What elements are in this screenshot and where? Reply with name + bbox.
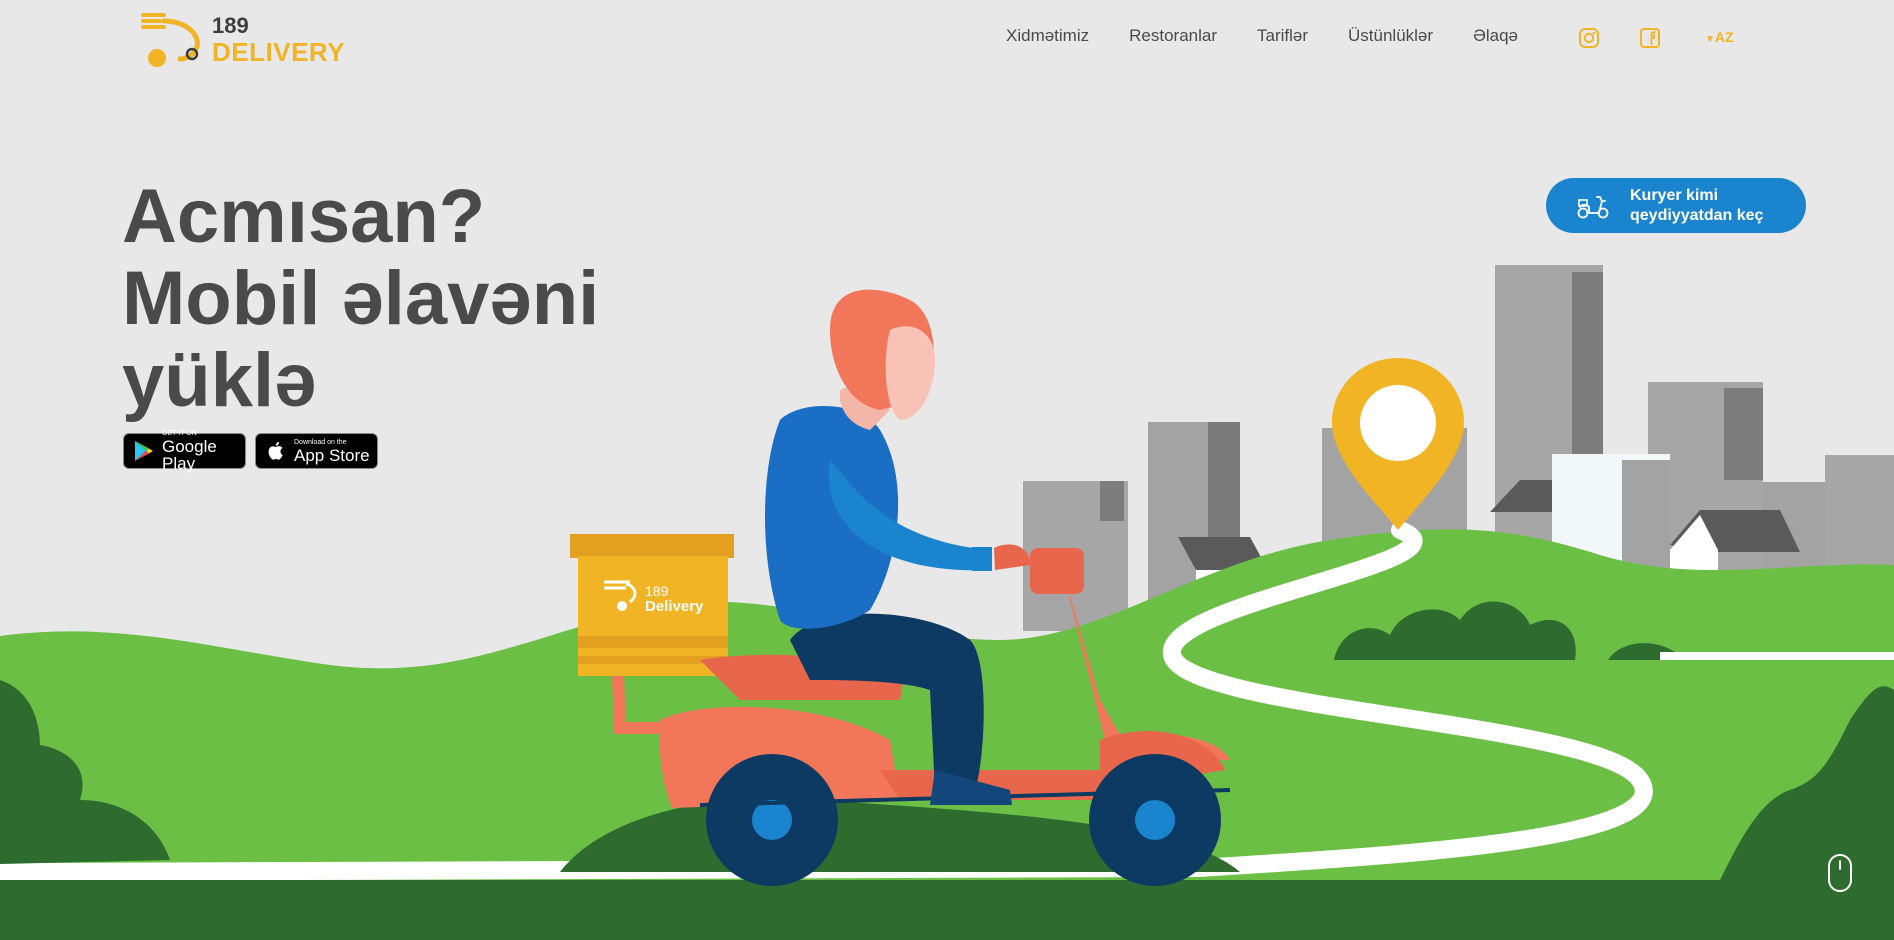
ground [0,880,1894,940]
courier-signup-label: Kuryer kimi qeydiyyatdan keç [1630,186,1800,226]
app-store-small: Download on the [294,438,347,446]
logo-word: DELIVERY [212,37,346,67]
courier-signup-line-1: Kuryer kimi [1630,186,1719,204]
hero-line-2: Mobil əlavəni [122,256,600,341]
google-play-icon [135,441,153,461]
brand-logo[interactable]: 189 DELIVERY [140,8,350,72]
courier-signup-button[interactable]: Kuryer kimi qeydiyyatdan keç [1546,178,1806,233]
google-play-small: GET IT ON [162,430,197,437]
nav-item-advantages[interactable]: Üstünlüklər [1348,26,1433,46]
app-store-buttons: GET IT ON Google Play Download on the Ap… [123,430,378,473]
language-code: AZ [1714,29,1734,45]
google-play-label: Google Play [162,437,217,473]
hero-illustration: 189 Delivery [0,265,1894,940]
nav-item-tariffs[interactable]: Tariflər [1257,26,1308,46]
main-nav: Xidmətimiz Restoranlar Tariflər Üstünlük… [1006,26,1518,46]
facebook-icon[interactable] [1638,26,1662,50]
logo-mark-icon [141,13,200,67]
courier-signup-line-2: qeydiyyatdan keç [1630,206,1764,224]
hero-line-1: Acmısan? [122,174,486,259]
google-play-button[interactable]: GET IT ON Google Play [123,430,246,473]
hero-line-3: yüklə [122,338,317,423]
scooter-icon [1577,195,1609,218]
app-store-label: App Store [294,445,370,465]
delivery-box: 189 Delivery [570,534,734,676]
hero-title: Acmısan? Mobil əlavəni yüklə [122,176,642,422]
app-store-button[interactable]: Download on the App Store [255,433,378,469]
apple-icon [268,441,283,460]
nav-item-contact[interactable]: Əlaqə [1473,26,1518,46]
box-number: 189 [645,583,669,599]
box-word: Delivery [645,598,704,615]
chevron-down-icon: ▼ [1705,34,1715,45]
scroll-mouse-icon[interactable] [1827,853,1853,893]
language-selector[interactable]: ▼AZ [1705,29,1734,45]
nav-item-restaurants[interactable]: Restoranlar [1129,26,1217,46]
logo-number: 189 [212,13,249,38]
nav-item-services[interactable]: Xidmətimiz [1006,26,1089,46]
instagram-icon[interactable] [1577,26,1601,50]
